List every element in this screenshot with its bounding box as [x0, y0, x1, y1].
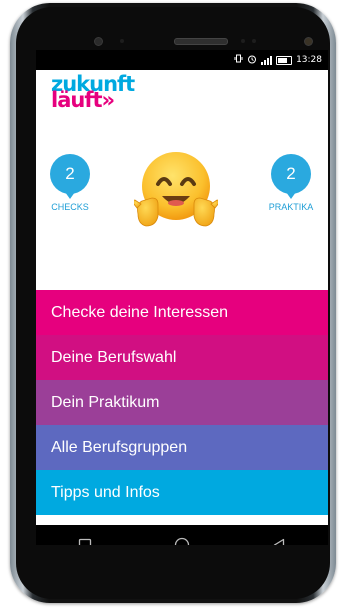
praktika-counter[interactable]: 2 PRAKTIKA [261, 154, 321, 212]
home-icon[interactable] [167, 530, 197, 545]
menu-item-interessen[interactable]: Checke deine Interessen [36, 290, 328, 335]
main-menu: Checke deine Interessen Deine Berufswahl… [36, 290, 328, 515]
checks-count-bubble: 2 [50, 154, 90, 194]
alarm-icon [247, 54, 257, 67]
praktika-label: PRAKTIKA [268, 202, 314, 212]
status-time: 13:28 [296, 55, 322, 65]
front-sensor-icon [94, 37, 103, 46]
menu-item-praktikum[interactable]: Dein Praktikum [36, 380, 328, 425]
menu-item-tipps[interactable]: Tipps und Infos [36, 470, 328, 515]
recent-apps-icon[interactable] [70, 530, 100, 545]
app-screen: 13:28 zukunft läuft» 2 CHECKS 2 PRAKTIKA… [36, 50, 328, 545]
proximity-sensor-icon [120, 39, 124, 43]
light-sensor-icon [241, 39, 245, 43]
menu-item-berufsgruppen[interactable]: Alle Berufsgruppen [36, 425, 328, 470]
back-icon[interactable] [264, 530, 294, 545]
light-sensor-icon [252, 39, 256, 43]
status-bar: 13:28 [36, 50, 328, 70]
signal-icon [261, 55, 273, 65]
android-nav-bar [36, 525, 328, 545]
app-logo: zukunft läuft» [51, 74, 135, 112]
vibrate-icon [234, 54, 243, 66]
praktika-count-bubble: 2 [271, 154, 311, 194]
front-camera-icon [304, 37, 313, 46]
checks-label: CHECKS [51, 202, 89, 212]
checks-counter[interactable]: 2 CHECKS [40, 154, 100, 212]
battery-icon [276, 55, 293, 65]
earpiece-speaker [174, 38, 228, 45]
hugging-face-emoji-icon [132, 146, 220, 238]
menu-item-berufswahl[interactable]: Deine Berufswahl [36, 335, 328, 380]
